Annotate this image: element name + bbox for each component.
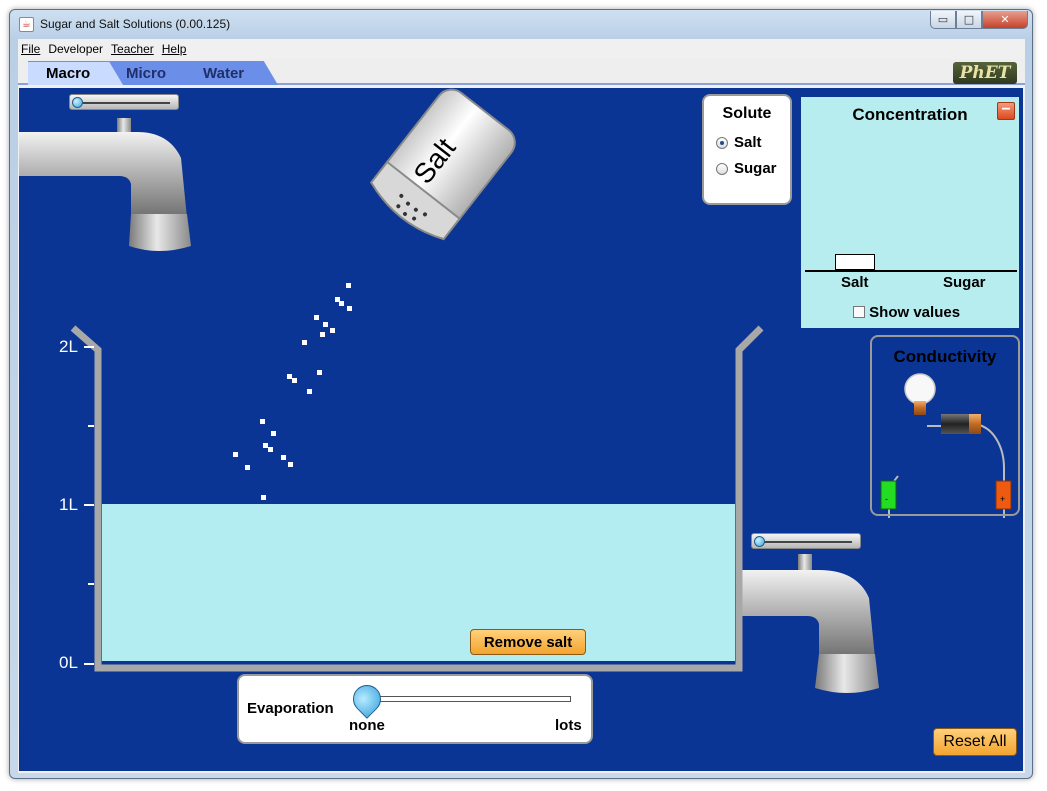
java-app-icon: ☕	[19, 17, 34, 32]
beaker-ticks	[84, 346, 94, 665]
sugar-radio[interactable]	[716, 162, 728, 175]
salt-radio[interactable]	[716, 136, 728, 149]
solute-title: Solute	[722, 105, 772, 122]
menu-teacher[interactable]: Teacher	[111, 42, 154, 56]
input-faucet-slider[interactable]	[69, 94, 179, 110]
beaker-solution	[102, 504, 735, 661]
solute-option-salt[interactable]: Salt	[704, 134, 790, 151]
negative-symbol: -	[885, 494, 888, 504]
evaporation-panel: Evaporation none lots	[237, 674, 593, 744]
positive-symbol: +	[1000, 494, 1006, 504]
drain-faucet-slider-knob[interactable]	[754, 536, 765, 547]
show-values-label: Show values	[869, 304, 961, 321]
input-faucet-slider-track	[80, 102, 170, 104]
conductivity-panel: Conductivity	[870, 335, 1020, 516]
minimize-button[interactable]: ▭	[930, 11, 956, 29]
evaporation-min-label: none	[349, 717, 385, 734]
sugar-radio-label: Sugar	[734, 160, 777, 177]
salt-concentration-bar	[835, 254, 875, 270]
window-controls: ▭ □ ✕	[930, 11, 1028, 29]
drain-faucet-spout	[737, 570, 875, 658]
tab-bar: Water Micro Macro PhET	[18, 59, 1025, 85]
solute-option-sugar[interactable]: Sugar	[704, 160, 790, 177]
salt-bar-label: Salt	[841, 274, 869, 291]
input-faucet-spout	[19, 132, 187, 218]
collapse-button[interactable]: −	[997, 102, 1015, 120]
title-bar: ☕ Sugar and Salt Solutions (0.00.125) ▭ …	[10, 10, 1032, 38]
drain-faucet-slider-track	[762, 541, 852, 543]
menu-teacher-label: Teacher	[111, 42, 154, 56]
concentration-baseline	[805, 270, 1017, 272]
maximize-button[interactable]: □	[956, 11, 982, 29]
beaker	[70, 325, 764, 672]
evaporation-label: Evaporation	[247, 700, 334, 717]
app-window: ☕ Sugar and Salt Solutions (0.00.125) ▭ …	[9, 9, 1033, 779]
drain-faucet-slider[interactable]	[751, 533, 861, 549]
salt-radio-label: Salt	[734, 134, 762, 151]
window-title: Sugar and Salt Solutions (0.00.125)	[40, 17, 231, 31]
input-faucet-slider-knob[interactable]	[72, 97, 83, 108]
remove-salt-button[interactable]: Remove salt	[470, 629, 586, 655]
beaker-label-1l: 1L	[59, 495, 78, 514]
input-faucet-nozzle	[129, 214, 191, 251]
salt-shaker[interactable]: Salt	[366, 88, 522, 246]
evaporation-slider-knob[interactable]	[347, 679, 387, 719]
drain-faucet	[737, 554, 879, 693]
menu-developer[interactable]: Developer	[48, 42, 103, 56]
drain-faucet-nozzle	[815, 654, 879, 693]
menu-file[interactable]: File	[21, 42, 40, 56]
beaker-label-2l: 2L	[59, 337, 78, 356]
evaporation-slider-track[interactable]	[359, 696, 571, 702]
phet-logo[interactable]: PhET	[953, 62, 1017, 84]
conductivity-title: Conductivity	[893, 347, 997, 366]
sugar-bar-label: Sugar	[943, 274, 986, 291]
input-faucet	[19, 118, 191, 251]
menu-help[interactable]: Help	[162, 42, 187, 56]
show-values-checkbox[interactable]	[853, 306, 865, 318]
client-area: File Developer Teacher Help Water Micro …	[18, 39, 1025, 773]
menu-help-label: Help	[161, 42, 187, 56]
close-button[interactable]: ✕	[982, 11, 1028, 29]
simulation-canvas: Salt 2L 1L 0L Solute Salt Sugar Concentr…	[19, 88, 1023, 771]
reset-all-button[interactable]: Reset All	[933, 728, 1017, 756]
solute-panel: Solute Salt Sugar	[702, 94, 792, 205]
show-values-toggle[interactable]: Show values	[853, 304, 960, 321]
concentration-panel: Concentration − Salt Sugar Show values	[799, 95, 1021, 330]
evaporation-max-label: lots	[555, 717, 582, 734]
menu-bar: File Developer Teacher Help	[18, 39, 1025, 59]
beaker-label-0l: 0L	[59, 653, 78, 672]
menu-file-label: File	[21, 42, 41, 56]
tab-macro[interactable]: Macro	[28, 61, 123, 85]
concentration-title: Concentration	[852, 105, 968, 124]
